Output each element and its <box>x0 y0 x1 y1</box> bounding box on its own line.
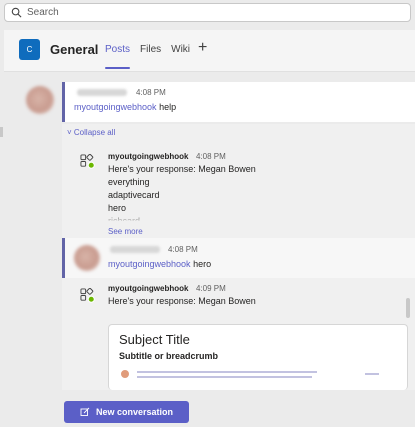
channel-header: C General Posts Files Wiki + <box>4 30 415 72</box>
reply-line: everything <box>108 177 150 187</box>
team-avatar[interactable]: C <box>19 39 40 60</box>
left-edge-marker <box>0 127 3 137</box>
compose-footer: New conversation <box>0 390 415 427</box>
new-conversation-label: New conversation <box>95 407 174 417</box>
reply-time: 4:08 PM <box>196 152 226 161</box>
tab-wiki[interactable]: Wiki <box>171 44 190 69</box>
user-avatar[interactable] <box>74 245 100 271</box>
bot-reply-body: Here's your response: Megan Bowen everyt… <box>108 163 256 221</box>
message-feed: 4:08 PM myoutgoingwebhook help ˅ Collaps… <box>0 72 415 390</box>
reply-line: Here's your response: Megan Bowen <box>108 164 256 174</box>
tab-posts[interactable]: Posts <box>105 44 131 69</box>
message-body: hero <box>190 259 212 269</box>
scrollbar-thumb[interactable] <box>406 298 410 318</box>
new-conversation-button[interactable]: New conversation <box>64 401 189 423</box>
bot-mention[interactable]: myoutgoingwebhook <box>108 259 191 269</box>
card-thumbnail <box>121 370 129 378</box>
search-input[interactable] <box>27 7 377 18</box>
user-reply: 4:08 PM myoutgoingwebhook hero <box>62 238 415 278</box>
bot-reply-body: Here's your response: Megan Bowen <box>108 295 256 308</box>
bot-avatar-icon[interactable] <box>80 288 95 303</box>
user-avatar[interactable] <box>26 86 54 114</box>
add-tab-button[interactable]: + <box>198 39 207 57</box>
tab-files[interactable]: Files <box>140 44 161 69</box>
chevron-down-icon: ˅ <box>67 128 72 137</box>
bot-avatar-icon[interactable] <box>80 154 95 169</box>
card-subtitle: Subtitle or breadcrumb <box>119 351 219 361</box>
message-text: myoutgoingwebhook hero <box>108 259 211 269</box>
hero-card[interactable]: Subject Title Subtitle or breadcrumb <box>108 324 408 390</box>
bot-name: myoutgoingwebhook <box>108 284 189 293</box>
redacted-author-name <box>77 89 127 96</box>
root-message: 4:08 PM myoutgoingwebhook help <box>62 82 415 122</box>
see-more-link[interactable]: See more <box>108 227 143 236</box>
card-text-line <box>365 373 379 375</box>
collapse-all-link[interactable]: ˅ Collapse all <box>67 128 115 137</box>
card-title: Subject Title <box>119 332 190 347</box>
bot-mention[interactable]: myoutgoingwebhook <box>74 102 157 112</box>
truncation-fade <box>108 214 308 222</box>
reply-thread: ˅ Collapse all myoutgoingwebhook 4:08 PM… <box>62 124 415 390</box>
tab-bar: Posts Files Wiki <box>105 44 200 69</box>
collapse-all-label: Collapse all <box>73 128 116 137</box>
search-bar[interactable] <box>4 3 411 22</box>
channel-name: General <box>50 42 99 57</box>
reply-line: Here's your response: Megan Bowen <box>108 296 256 306</box>
message-text: myoutgoingwebhook help <box>74 102 176 112</box>
reply-time: 4:08 PM <box>168 245 198 254</box>
reply-line: adaptivecard <box>108 190 160 200</box>
message-time: 4:08 PM <box>136 88 166 97</box>
message-body: help <box>156 102 177 112</box>
compose-icon <box>80 407 90 416</box>
bot-name: myoutgoingwebhook <box>108 152 189 161</box>
search-icon <box>11 7 22 18</box>
card-text-line <box>137 376 312 378</box>
card-text-line <box>137 371 317 373</box>
reply-time: 4:09 PM <box>196 284 226 293</box>
redacted-author-name <box>110 246 160 253</box>
